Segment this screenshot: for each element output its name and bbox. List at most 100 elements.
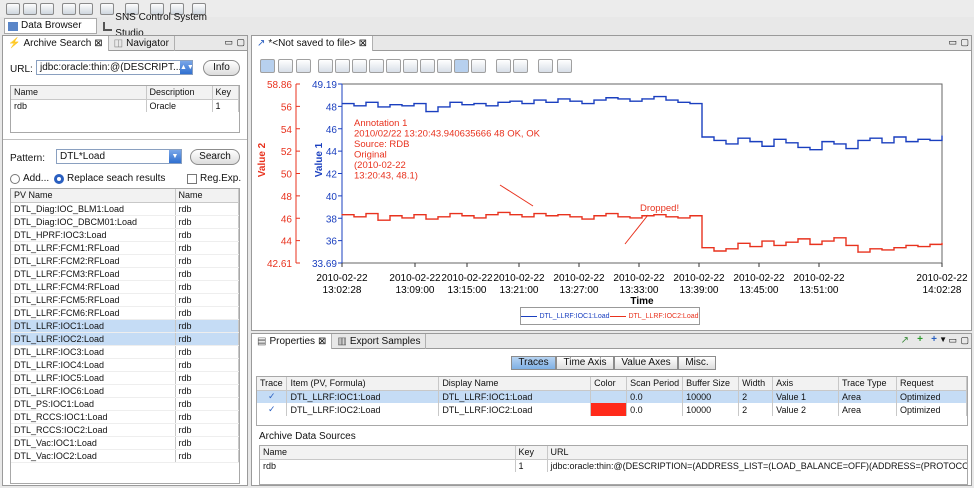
perspective-data-browser[interactable]: Data Browser [4, 18, 97, 34]
new-icon[interactable] [6, 3, 20, 15]
maximize-icon[interactable]: ▢ [236, 37, 245, 48]
search-icon[interactable] [79, 3, 93, 15]
col-header[interactable]: URL [547, 446, 967, 460]
tab-export-samples[interactable]: ▥ Export Samples [332, 334, 427, 349]
replace-radio[interactable]: Replace seach results [54, 173, 165, 184]
col-header[interactable]: Display Name [438, 377, 592, 391]
tab-plot[interactable]: ↗ *<Not saved to file> ⊠ [252, 36, 374, 51]
pin-icon[interactable]: ↗ [901, 335, 909, 346]
autoscale-icon[interactable] [335, 59, 350, 73]
zoom-in-x-icon[interactable] [352, 59, 367, 73]
undo-icon[interactable] [496, 59, 511, 73]
snapshot-icon[interactable] [538, 59, 553, 73]
stagger-icon[interactable] [318, 59, 333, 73]
zoom-y-icon[interactable] [296, 59, 311, 73]
pv-row[interactable]: DTL_LLRF:FCM1:RFLoad rdb [11, 241, 239, 255]
col-header[interactable]: Axis [772, 377, 840, 391]
trace-row[interactable]: ✓ DTL_LLRF:IOC2:Load DTL_LLRF:IOC2:Load 0.0… [257, 403, 967, 416]
source-row[interactable]: rdb 1 jdbc:oracle:thin:@(DESCRIPTION=(ADDR… [260, 459, 967, 472]
zoom-icon[interactable] [260, 59, 275, 73]
close-icon[interactable]: ⊠ [318, 335, 326, 349]
regexp-checkbox[interactable]: Reg.Exp. [187, 173, 241, 184]
pv-row[interactable]: DTL_RCCS:IOC2:Load rdb [11, 423, 239, 437]
pv-row[interactable]: DTL_LLRF:IOC4:Load rdb [11, 358, 239, 372]
archive-row[interactable]: rdb Oracle 1 [11, 99, 239, 112]
col-description[interactable]: Description [146, 86, 213, 100]
redo-icon[interactable] [513, 59, 528, 73]
zoom-out-y-icon[interactable] [403, 59, 418, 73]
print-icon[interactable] [62, 3, 76, 15]
open-icon[interactable] [23, 3, 37, 15]
col-name[interactable]: Name [11, 86, 147, 100]
color-swatch[interactable] [590, 390, 628, 403]
pv-row[interactable]: DTL_LLRF:IOC3:Load rdb [11, 345, 239, 359]
col-header[interactable]: Item (PV, Formula) [286, 377, 440, 391]
col-key[interactable]: Key [212, 86, 239, 100]
color-swatch[interactable] [590, 403, 628, 416]
pv-row[interactable]: DTL_LLRF:IOC2:Load rdb [11, 332, 239, 346]
tab-archive-search[interactable]: ⚡ Archive Search ⊠ [3, 36, 109, 51]
pv-row[interactable]: DTL_LLRF:FCM4:RFLoad rdb [11, 280, 239, 294]
info-button[interactable]: Info [203, 60, 240, 76]
pan-icon[interactable] [454, 59, 469, 73]
maximize-icon[interactable]: ▢ [960, 37, 969, 48]
col-pv-name[interactable]: PV Name [11, 189, 176, 203]
save-icon[interactable] [40, 3, 54, 15]
close-icon[interactable]: ⊠ [359, 37, 367, 51]
magnify-minus-icon[interactable] [437, 59, 452, 73]
back-arrow-icon[interactable] [557, 59, 572, 73]
col-name[interactable]: Name [175, 189, 239, 203]
tab-navigator[interactable]: ◫ Navigator [109, 36, 175, 51]
pv-row[interactable]: DTL_LLRF:IOC1:Load rdb [11, 319, 239, 333]
add-formula-icon[interactable]: + [931, 334, 937, 345]
url-combo[interactable]: jdbc:oracle:thin:@(DESCRIPT... ▲▼ [36, 60, 193, 75]
col-header[interactable]: Buffer Size [682, 377, 740, 391]
search-button[interactable]: Search [190, 149, 240, 165]
pointer-icon[interactable] [471, 59, 486, 73]
minimize-icon[interactable]: ▭ [948, 37, 957, 48]
close-icon[interactable]: ⊠ [94, 37, 102, 51]
pv-row[interactable]: DTL_PS:IOC1:Load rdb [11, 397, 239, 411]
back-icon[interactable] [100, 3, 114, 15]
add-radio[interactable]: Add... [10, 173, 49, 184]
tab-traces[interactable]: Traces [511, 356, 556, 370]
pv-row[interactable]: DTL_LLRF:FCM5:RFLoad rdb [11, 293, 239, 307]
maximize-icon[interactable]: ▢ [960, 335, 969, 346]
zoom-out-x-icon[interactable] [369, 59, 384, 73]
cell[interactable]: ✓ [257, 403, 288, 416]
pv-row[interactable]: DTL_HPRF:IOC3:Load rdb [11, 228, 239, 242]
col-header[interactable]: Key [515, 446, 548, 460]
col-header[interactable]: Color [590, 377, 628, 391]
pv-row[interactable]: DTL_Vac:IOC1:Load rdb [11, 436, 239, 450]
col-header[interactable]: Name [260, 446, 516, 460]
zoom-in-y-icon[interactable] [386, 59, 401, 73]
pv-row[interactable]: DTL_Vac:IOC2:Load rdb [11, 449, 239, 463]
minimize-icon[interactable]: ▭ [948, 335, 957, 346]
cell[interactable]: ✓ [257, 390, 288, 403]
pv-row[interactable]: DTL_RCCS:IOC1:Load rdb [11, 410, 239, 424]
perspective-sns[interactable]: SNS Control System Studio [100, 12, 230, 39]
minimize-icon[interactable]: ▭ [224, 37, 233, 48]
menu-icon[interactable]: ▼ [939, 335, 947, 344]
magnify-icon[interactable] [420, 59, 435, 73]
col-header[interactable]: Trace Type [838, 377, 897, 391]
col-header[interactable]: Trace [257, 377, 288, 391]
tab-value-axes[interactable]: Value Axes [614, 356, 678, 370]
pv-row[interactable]: DTL_LLRF:FCM2:RFLoad rdb [11, 254, 239, 268]
pv-row[interactable]: DTL_LLRF:IOC6:Load rdb [11, 384, 239, 398]
tab-misc[interactable]: Misc. [678, 356, 716, 370]
zoom-x-icon[interactable] [278, 59, 293, 73]
pv-row[interactable]: DTL_LLRF:FCM6:RFLoad rdb [11, 306, 239, 320]
pv-row[interactable]: DTL_LLRF:IOC5:Load rdb [11, 371, 239, 385]
tab-properties[interactable]: ▤ Properties ⊠ [252, 334, 333, 349]
pv-row[interactable]: DTL_LLRF:FCM3:RFLoad rdb [11, 267, 239, 281]
pv-row[interactable]: DTL_Diag:IOC_DBCM01:Load rdb [11, 215, 239, 229]
pv-row[interactable]: DTL_Diag:IOC_BLM1:Load rdb [11, 202, 239, 216]
col-header[interactable]: Scan Period [626, 377, 684, 391]
col-header[interactable]: Width [738, 377, 774, 391]
trace-row[interactable]: ✓ DTL_LLRF:IOC1:Load DTL_LLRF:IOC1:Load 0.0… [257, 390, 967, 403]
tab-time-axis[interactable]: Time Axis [556, 356, 614, 370]
col-header[interactable]: Request [896, 377, 967, 391]
add-icon[interactable]: + [917, 334, 923, 345]
pattern-combo[interactable]: DTL*Load ▼ [56, 149, 182, 164]
